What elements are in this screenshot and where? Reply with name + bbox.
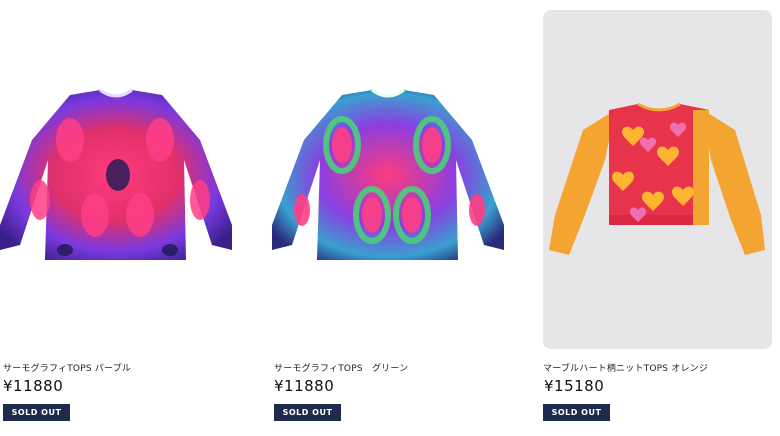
sold-out-badge: SOLD OUT	[3, 404, 70, 421]
product-price: ¥15180	[544, 377, 605, 395]
product-name[interactable]: サーモグラフィTOPS パープル	[3, 361, 131, 374]
product-name[interactable]: マーブルハート柄ニットTOPS オレンジ	[543, 361, 708, 374]
product-grid: サーモグラフィTOPS パープル ¥11880 SOLD OUT サーモグラフィ…	[0, 0, 780, 436]
sold-out-badge: SOLD OUT	[543, 404, 610, 421]
product-price: ¥11880	[3, 377, 64, 395]
sold-out-badge: SOLD OUT	[274, 404, 341, 421]
product-image[interactable]	[272, 10, 504, 350]
product-name[interactable]: サーモグラフィTOPS グリーン	[274, 361, 408, 374]
product-image[interactable]	[0, 10, 232, 350]
product-price: ¥11880	[274, 377, 335, 395]
product-image[interactable]	[543, 10, 772, 349]
